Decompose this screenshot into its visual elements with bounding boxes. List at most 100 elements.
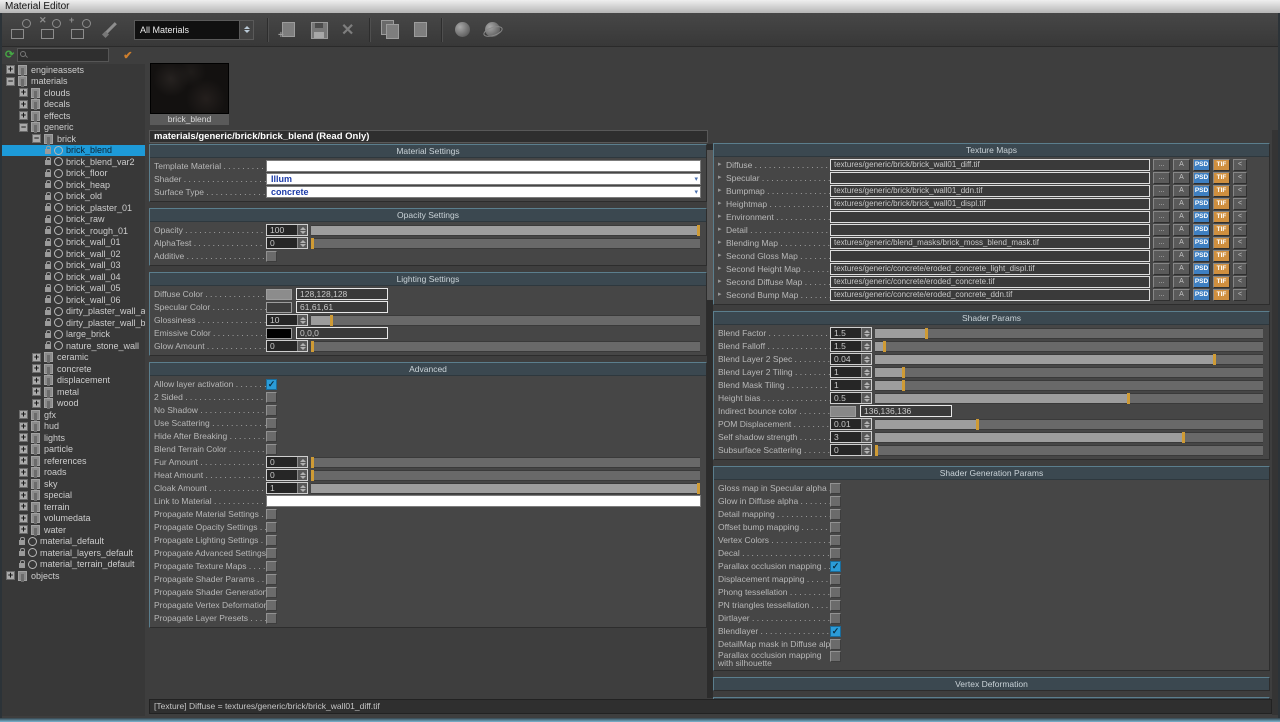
spin-field[interactable]: 1: [830, 366, 872, 378]
texture-path-field[interactable]: textures/generic/brick/brick_wall01_disp…: [830, 198, 1150, 210]
psd-icon[interactable]: PSD: [1193, 250, 1210, 262]
slider[interactable]: [311, 470, 700, 481]
slider-handle[interactable]: [311, 457, 314, 468]
copy-left-button[interactable]: <: [1233, 276, 1247, 288]
checkbox[interactable]: [266, 600, 277, 611]
spin-field[interactable]: 0: [266, 340, 308, 352]
alpha-button[interactable]: A: [1173, 172, 1190, 184]
texture-path-field[interactable]: textures/generic/brick/brick_wall01_diff…: [830, 159, 1150, 171]
expand-icon[interactable]: +: [32, 376, 41, 385]
browse-button[interactable]: ...: [1153, 198, 1170, 210]
slider-handle[interactable]: [311, 238, 314, 249]
tif-icon[interactable]: TIF: [1213, 172, 1230, 184]
tree-item-large-brick[interactable]: large_brick: [2, 329, 145, 341]
tree-item-effects[interactable]: +effects: [2, 110, 145, 122]
tree-item-special[interactable]: +special: [2, 490, 145, 502]
spin-field[interactable]: 0: [266, 237, 308, 249]
expand-icon[interactable]: +: [19, 100, 28, 109]
slider[interactable]: [311, 341, 700, 352]
get-material-from-selection-icon[interactable]: +: [68, 17, 94, 43]
expand-arrow-icon[interactable]: ▸: [718, 185, 726, 197]
slider-handle[interactable]: [330, 315, 333, 326]
spin-field[interactable]: 0.04: [830, 353, 872, 365]
psd-icon[interactable]: PSD: [1193, 159, 1210, 171]
expand-arrow-icon[interactable]: ▸: [718, 276, 726, 288]
texture-path-field[interactable]: textures/generic/concrete/eroded_concret…: [830, 276, 1150, 288]
expand-arrow-icon[interactable]: ▸: [718, 250, 726, 262]
tif-icon[interactable]: TIF: [1213, 250, 1230, 262]
tree-item-brick-wall-03[interactable]: brick_wall_03: [2, 260, 145, 272]
psd-icon[interactable]: PSD: [1193, 185, 1210, 197]
copy-left-button[interactable]: <: [1233, 263, 1247, 275]
color-swatch[interactable]: [266, 328, 292, 339]
combo-field[interactable]: Illum▾: [266, 173, 701, 185]
slider[interactable]: [875, 341, 1263, 352]
alpha-button[interactable]: A: [1173, 263, 1190, 275]
section-header[interactable]: Texture Maps: [714, 144, 1269, 157]
spin-field[interactable]: 0: [830, 444, 872, 456]
psd-icon[interactable]: PSD: [1193, 211, 1210, 223]
spin-field[interactable]: 1.5: [830, 327, 872, 339]
tree-item-brick-blend-var2[interactable]: brick_blend_var2: [2, 156, 145, 168]
checkbox[interactable]: [830, 535, 841, 546]
slider-handle[interactable]: [697, 483, 700, 494]
expand-icon[interactable]: +: [19, 88, 28, 97]
tree-item-generic[interactable]: −generic: [2, 122, 145, 134]
slider[interactable]: [875, 445, 1263, 456]
tree-item-brick-wall-02[interactable]: brick_wall_02: [2, 248, 145, 260]
spin-field[interactable]: 0.5: [830, 392, 872, 404]
alpha-button[interactable]: A: [1173, 185, 1190, 197]
tree-item-brick-wall-06[interactable]: brick_wall_06: [2, 294, 145, 306]
preview-sphere-icon[interactable]: [450, 17, 476, 43]
preview-thumbnail[interactable]: [150, 63, 229, 114]
copy-left-button[interactable]: <: [1233, 172, 1247, 184]
copy-left-button[interactable]: <: [1233, 185, 1247, 197]
section-header[interactable]: Lighting Settings: [150, 273, 706, 286]
tree-item-dirty-plaster-wall-a[interactable]: dirty_plaster_wall_a: [2, 306, 145, 318]
checkbox[interactable]: [266, 431, 277, 442]
spinner-arrows-icon[interactable]: [297, 315, 307, 325]
checkbox[interactable]: ✓: [830, 561, 841, 572]
alpha-button[interactable]: A: [1173, 250, 1190, 262]
expand-icon[interactable]: +: [19, 525, 28, 534]
alpha-button[interactable]: A: [1173, 224, 1190, 236]
expand-icon[interactable]: +: [19, 468, 28, 477]
checkbox[interactable]: [830, 509, 841, 520]
spinner-arrows-icon[interactable]: [861, 367, 871, 377]
checkbox[interactable]: [830, 548, 841, 559]
slider-handle[interactable]: [883, 341, 886, 352]
slider[interactable]: [875, 328, 1263, 339]
spinner-arrows-icon[interactable]: [297, 470, 307, 480]
alpha-button[interactable]: A: [1173, 289, 1190, 301]
checkbox[interactable]: [266, 392, 277, 403]
texture-path-field[interactable]: textures/generic/brick/brick_wall01_ddn.…: [830, 185, 1150, 197]
section-header[interactable]: Opacity Settings: [150, 209, 706, 222]
texture-path-field[interactable]: [830, 250, 1150, 262]
expand-icon[interactable]: +: [19, 111, 28, 120]
spinner-arrows-icon[interactable]: [297, 341, 307, 351]
checkbox[interactable]: [266, 574, 277, 585]
checkbox[interactable]: [830, 574, 841, 585]
tree-item-wood[interactable]: +wood: [2, 398, 145, 410]
expand-icon[interactable]: +: [19, 491, 28, 500]
tree-item-brick-floor[interactable]: brick_floor: [2, 168, 145, 180]
psd-icon[interactable]: PSD: [1193, 237, 1210, 249]
checkbox[interactable]: [830, 483, 841, 494]
checkbox[interactable]: [266, 535, 277, 546]
spinner-arrows-icon[interactable]: [297, 457, 307, 467]
copy-left-button[interactable]: <: [1233, 159, 1247, 171]
delete-material-icon[interactable]: ✕: [336, 17, 362, 43]
checkbox[interactable]: [830, 600, 841, 611]
tif-icon[interactable]: TIF: [1213, 289, 1230, 301]
psd-icon[interactable]: PSD: [1193, 289, 1210, 301]
tree-item-brick[interactable]: −brick: [2, 133, 145, 145]
slider[interactable]: [875, 393, 1263, 404]
tree-item-brick-rough-01[interactable]: brick_rough_01: [2, 225, 145, 237]
slider-handle[interactable]: [1182, 432, 1185, 443]
texture-path-field[interactable]: [830, 172, 1150, 184]
tree-item-engineassets[interactable]: +engineassets: [2, 64, 145, 76]
tree-item-materials[interactable]: −materials: [2, 76, 145, 88]
chevron-down-icon[interactable]: ▾: [694, 175, 700, 183]
section-header[interactable]: Advanced: [150, 363, 706, 376]
tree-item-decals[interactable]: +decals: [2, 99, 145, 111]
